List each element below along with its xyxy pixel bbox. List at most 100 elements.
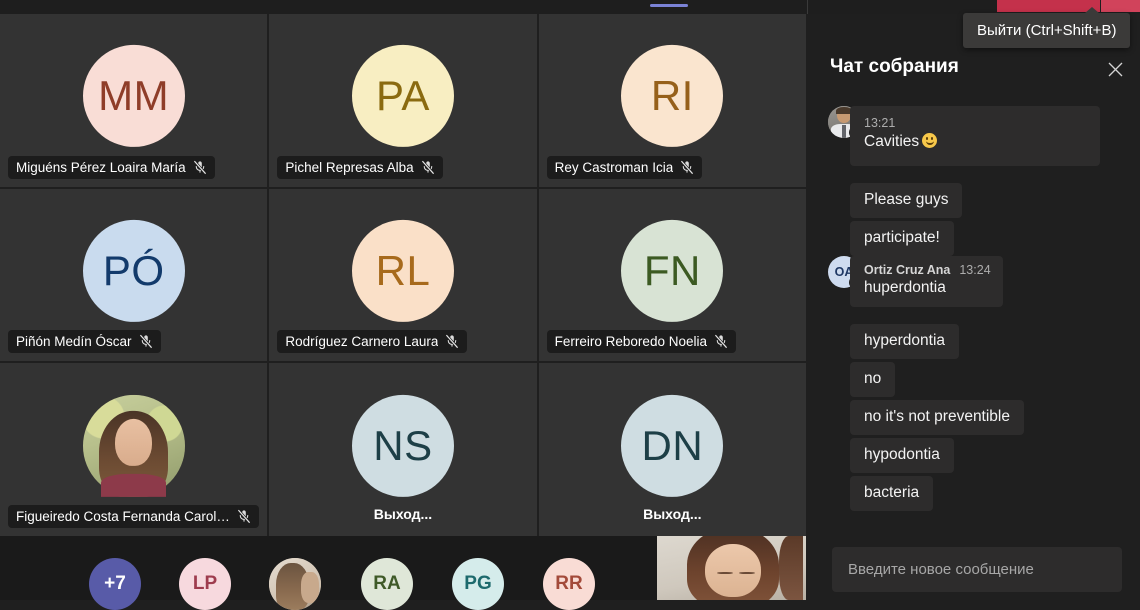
leave-call-tooltip: Выйти (Ctrl+Shift+B) [963, 7, 1131, 48]
participant-name-pill: Figueiredo Costa Fernanda Carolina [8, 505, 260, 528]
avatar-photo-face [115, 419, 152, 466]
filmstrip-photo-arm [301, 571, 319, 603]
participant-avatar-photo [82, 394, 185, 497]
chat-message-row: bacteria [814, 473, 1140, 511]
chat-close-button[interactable] [1101, 55, 1129, 83]
mic-off-icon [193, 159, 207, 175]
chat-compose-box[interactable] [832, 547, 1122, 592]
chat-message-time: 13:24 [959, 263, 991, 277]
chat-message-text: huperdontia [864, 278, 991, 298]
filmstrip-avatar-initials: LP [192, 573, 218, 594]
filmstrip-participant-avatar[interactable]: RR [543, 558, 595, 610]
mic-off-icon [445, 334, 459, 349]
chat-message-text: hypodontia [864, 446, 940, 463]
video-tile[interactable]: DN Выход... [538, 363, 806, 536]
participant-name: Ferreiro Reboredo Noelia [554, 334, 707, 350]
participant-name-pill: Ferreiro Reboredo Noelia [546, 330, 736, 354]
chat-message-meta: Ortiz Cruz Ana 13:24 [864, 263, 991, 277]
leave-options-button[interactable] [1101, 0, 1140, 12]
participant-name: Rey Castroman Icia [554, 159, 674, 175]
chat-message-row: Please guys [814, 180, 1140, 218]
chat-title: Чат собрания [830, 56, 959, 77]
chat-message-row: participate! [814, 218, 1140, 256]
chat-message-input[interactable] [832, 561, 1122, 578]
mic-off-icon [714, 334, 728, 349]
chat-message-text: bacteria [864, 484, 920, 501]
chat-message-bubble[interactable]: participate! [850, 221, 954, 256]
chat-avatar-photo-tie [842, 124, 846, 138]
filmstrip-overflow-label: +7 [104, 573, 126, 594]
chat-message-time: 13:21 [864, 116, 896, 130]
chat-message-bubble[interactable]: no [850, 362, 896, 397]
self-view-hair-right [779, 536, 804, 600]
chat-message-text: hyperdontia [864, 332, 946, 349]
filmstrip-avatar-initials: RA [373, 573, 401, 594]
participant-name: Figueiredo Costa Fernanda Carolina [16, 509, 231, 524]
chat-message-bubble[interactable]: no it's not preventible [850, 400, 1024, 435]
video-tile[interactable]: RL Rodríguez Carnero Laura [269, 188, 537, 362]
avatar-initials: DN [641, 421, 704, 469]
participant-name: Rodríguez Carnero Laura [285, 334, 439, 350]
chat-message-body: huperdontia [864, 279, 946, 296]
filmstrip-avatar-initials: RR [555, 573, 583, 594]
chat-message-meta: 13:21 [864, 116, 1088, 130]
chat-message-author: Ortiz Cruz Ana [864, 263, 951, 277]
participant-avatar-initials: PA [351, 45, 454, 148]
avatar-photo-body [101, 474, 167, 497]
video-tile[interactable]: FN Ferreiro Reboredo Noelia [538, 188, 806, 362]
participant-avatar-initials: RL [351, 219, 454, 322]
filmstrip-participant-avatar[interactable] [269, 558, 321, 610]
video-tile[interactable]: MM Miguéns Pérez Loaira María [0, 14, 268, 187]
chat-message-bubble[interactable]: hyperdontia [850, 324, 960, 359]
filmstrip-participant-avatar[interactable]: RA [361, 558, 413, 610]
avatar-initials: MM [98, 72, 170, 120]
avatar-initials: RI [650, 72, 694, 120]
participant-name: Miguéns Pérez Loaira María [16, 159, 186, 175]
participant-avatar-initials: MM [82, 45, 185, 148]
participant-avatar-initials: PÓ [82, 219, 185, 322]
chat-message-text: no [864, 370, 882, 387]
chat-message-row: hyperdontia [814, 321, 1140, 359]
mic-off-icon [138, 334, 153, 349]
video-tile[interactable]: PÓ Piñón Medín Óscar [0, 188, 268, 362]
active-tab-indicator [650, 4, 688, 7]
participant-avatar-initials: FN [621, 219, 724, 322]
video-tile[interactable]: RI Rey Castroman Icia [538, 14, 806, 187]
participant-name: Pichel Represas Alba [285, 159, 414, 175]
chat-message-bubble[interactable]: 13:21 Cavities [850, 106, 1100, 166]
participant-name-pill: Piñón Medín Óscar [8, 330, 161, 354]
video-tile[interactable]: PA Pichel Represas Alba [269, 14, 537, 187]
avatar-initials: RL [375, 246, 431, 294]
meeting-stage: MM Miguéns Pérez Loaira María PA Pichel Rep… [0, 14, 806, 536]
topbar-divider [807, 0, 808, 14]
chat-header: Чат собрания [814, 56, 1140, 96]
avatar-initials: NS [373, 421, 433, 469]
chat-message-body: Cavities [864, 133, 920, 150]
chat-message-bubble[interactable]: hypodontia [850, 438, 954, 473]
mic-off-icon [680, 159, 694, 175]
filmstrip-participant-avatar[interactable]: LP [179, 558, 231, 610]
video-tile[interactable]: Figueiredo Costa Fernanda Carolina [0, 363, 268, 536]
participant-avatar-initials: DN [621, 394, 724, 497]
chat-message-bubble[interactable]: Please guys [850, 183, 963, 218]
chat-message-text: participate! [864, 229, 940, 246]
participant-name-pill: Pichel Represas Alba [277, 155, 443, 179]
chat-message-bubble[interactable]: Ortiz Cruz Ana 13:24 huperdontia [850, 256, 1003, 307]
self-view-video[interactable] [657, 536, 806, 600]
participant-name-pill: Miguéns Pérez Loaira María [8, 155, 215, 179]
chat-message-list[interactable]: 13:21 Cavities Please guys participate! OA Or… [814, 106, 1140, 536]
self-view-face [704, 543, 762, 598]
filmstrip-participant-avatar[interactable]: PG [452, 558, 504, 610]
filmstrip-overflow-count[interactable]: +7 [89, 558, 141, 610]
chat-message-group: 13:21 Cavities [814, 106, 1140, 166]
mic-off-icon [421, 159, 435, 175]
chat-panel: Чат собрания 13:21 Cavities Please guys par… [814, 14, 1140, 600]
participant-status-label: Выход... [643, 506, 702, 522]
participant-name: Piñón Medín Óscar [16, 334, 132, 350]
mic-off-icon [237, 509, 251, 524]
video-tile[interactable]: NS Выход... [269, 363, 537, 536]
close-icon [1108, 62, 1122, 76]
chat-message-row: no it's not preventible [814, 397, 1140, 435]
avatar-initials: PÓ [102, 246, 165, 294]
chat-message-bubble[interactable]: bacteria [850, 476, 934, 511]
